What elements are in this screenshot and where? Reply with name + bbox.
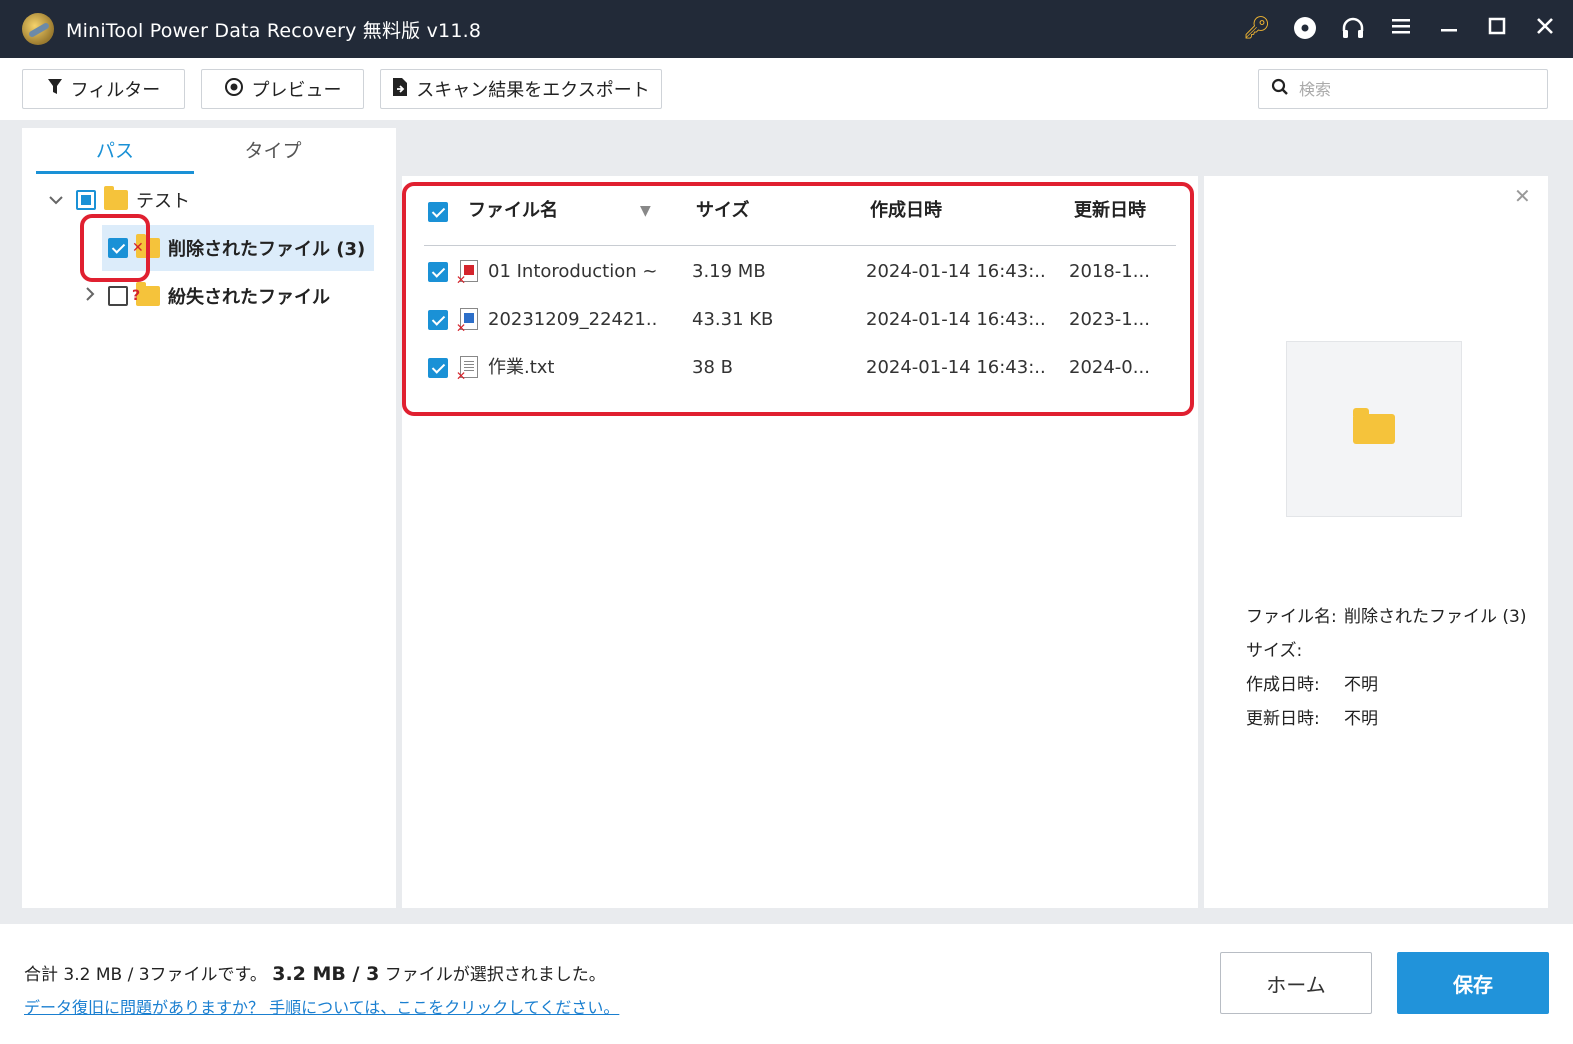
key-icon[interactable]: 🔑︎ — [1243, 15, 1271, 43]
summary-selected: 3.2 MB / 3 — [272, 963, 380, 985]
disc-icon[interactable] — [1291, 15, 1319, 43]
maximize-icon[interactable] — [1483, 15, 1511, 43]
detail-name-row: ファイル名: 削除されたファイル (3) — [1246, 602, 1526, 627]
view-tabs: パス タイプ — [36, 128, 376, 174]
chevron-right-icon[interactable] — [80, 286, 100, 306]
preview-folder-icon — [1353, 408, 1395, 444]
search-icon — [1271, 78, 1289, 101]
deleted-files-label: 削除されたファイル (3) — [168, 239, 366, 260]
detail-modified-key: 更新日時: — [1246, 709, 1320, 729]
tree-panel: パス タイプ テスト ✕ 削除されたファイル (3) ? 紛失されたファイル — [22, 128, 396, 908]
save-button[interactable]: 保存 — [1397, 952, 1549, 1014]
detail-name-value: 削除されたファイル (3) — [1344, 607, 1527, 627]
detail-created-row: 作成日時: 不明 — [1246, 670, 1378, 695]
detail-size-row: サイズ: — [1246, 636, 1344, 661]
preview-thumbnail — [1286, 341, 1462, 517]
selection-summary: 合計 3.2 MB / 3ファイルです。 3.2 MB / 3 ファイルが選択さ… — [24, 960, 606, 985]
app-logo-icon — [22, 13, 54, 45]
eye-icon — [224, 77, 244, 101]
export-label: スキャン結果をエクスポート — [416, 80, 650, 101]
close-icon[interactable] — [1531, 15, 1559, 43]
footer-bar: 合計 3.2 MB / 3ファイルです。 3.2 MB / 3 ファイルが選択さ… — [0, 924, 1573, 1044]
headset-icon[interactable] — [1339, 15, 1367, 43]
tab-type[interactable]: タイプ — [194, 128, 352, 174]
help-link[interactable]: データ復旧に問題がありますか？ 手順については、ここをクリックしてください。 — [24, 994, 619, 1018]
detail-modified-value: 不明 — [1344, 709, 1378, 729]
title-bar: MiniTool Power Data Recovery 無料版 v11.8 🔑… — [0, 0, 1573, 58]
search-input[interactable] — [1299, 79, 1539, 99]
toolbar: フィルター プレビュー スキャン結果をエクスポート — [0, 58, 1573, 120]
lost-folder-icon: ? — [132, 282, 160, 306]
highlight-file-list-box — [402, 182, 1194, 416]
summary-total: 合計 3.2 MB / 3ファイルです。 — [24, 965, 267, 985]
export-scan-button[interactable]: スキャン結果をエクスポート — [380, 69, 662, 109]
minimize-icon[interactable] — [1435, 15, 1463, 43]
tree-root-checkbox[interactable] — [76, 190, 96, 210]
tab-path[interactable]: パス — [36, 128, 194, 174]
details-panel: ✕ ファイル名: 削除されたファイル (3) サイズ: 作成日時: 不明 更新日… — [1204, 176, 1548, 908]
folder-icon — [104, 186, 128, 210]
menu-icon[interactable] — [1387, 15, 1415, 43]
preview-label: プレビュー — [251, 80, 342, 101]
home-button[interactable]: ホーム — [1220, 952, 1372, 1014]
detail-name-key: ファイル名: — [1246, 607, 1337, 627]
filter-label: フィルター — [70, 80, 161, 101]
summary-suffix: ファイルが選択されました。 — [384, 965, 606, 985]
filter-button[interactable]: フィルター — [22, 69, 185, 109]
lost-files-checkbox[interactable] — [108, 286, 128, 306]
tree-root-label: テスト — [136, 191, 190, 212]
chevron-down-icon[interactable] — [46, 191, 66, 210]
detail-modified-row: 更新日時: 不明 — [1246, 704, 1378, 729]
detail-created-value: 不明 — [1344, 675, 1378, 695]
title-bar-controls: 🔑︎ — [1243, 0, 1559, 58]
highlight-checkbox-box — [80, 214, 150, 282]
search-box[interactable] — [1258, 69, 1548, 109]
detail-size-key: サイズ: — [1246, 641, 1303, 661]
filter-icon — [47, 78, 63, 101]
export-file-icon — [392, 77, 408, 102]
lost-badge: ? — [132, 288, 141, 304]
detail-created-key: 作成日時: — [1246, 675, 1320, 695]
lost-files-label: 紛失されたファイル — [168, 287, 330, 308]
window-title: MiniTool Power Data Recovery 無料版 v11.8 — [66, 19, 482, 42]
preview-button[interactable]: プレビュー — [201, 69, 364, 109]
close-preview-icon[interactable]: ✕ — [1514, 184, 1531, 208]
